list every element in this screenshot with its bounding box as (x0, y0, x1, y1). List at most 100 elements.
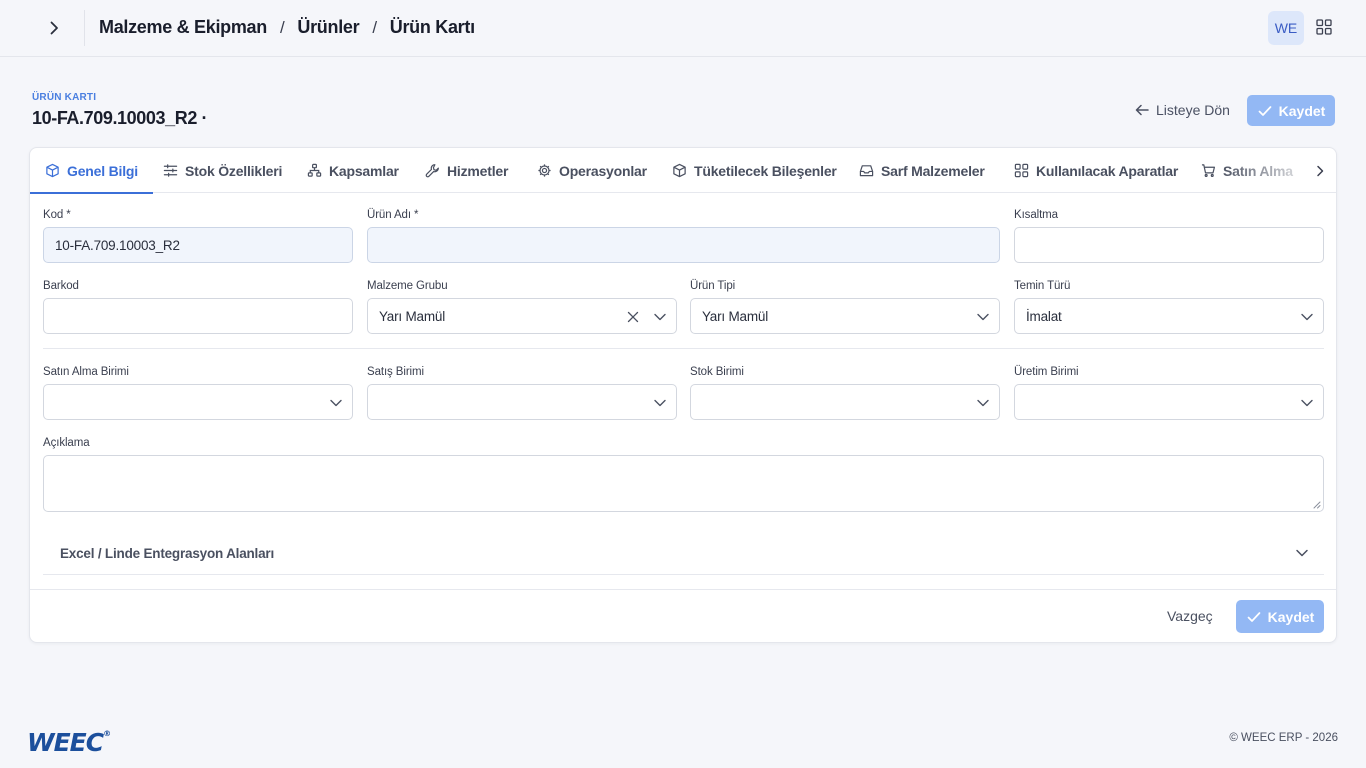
urun-adi-label: Ürün Adı * (367, 209, 419, 221)
tab-stok-ozellikleri[interactable]: Stok Özellikleri (163, 148, 282, 193)
resize-handle-icon[interactable] (1313, 501, 1321, 509)
chevron-right-icon (1317, 165, 1324, 177)
urun-adi-input[interactable] (367, 227, 1000, 263)
temin-turu-label: Temin Türü (1014, 280, 1071, 292)
trademark-symbol: ® (103, 728, 111, 738)
barkod-label: Barkod (43, 280, 79, 292)
chevron-down-icon (654, 399, 666, 407)
accordion-title: Excel / Linde Entegrasyon Alanları (60, 546, 275, 561)
satin-alma-birimi-select[interactable] (43, 384, 353, 420)
tab-label: Stok Özellikleri (185, 162, 283, 179)
breadcrumb-separator: / (279, 17, 285, 37)
chevron-down-icon (1296, 549, 1308, 557)
satis-birimi-label: Satış Birimi (367, 366, 424, 378)
logo-text: WEEC (27, 728, 104, 757)
breadcrumb-item-urun-karti: Ürün Kartı (389, 17, 475, 37)
tab-tuketilecek-bilesenler[interactable]: Tüketilecek Bileşenler (672, 148, 837, 193)
chevron-down-icon (1301, 313, 1313, 321)
product-card: Genel Bilgi Stok Özellikleri Kapsamlar H… (29, 147, 1337, 643)
tab-kullanilacak-aparatlar[interactable]: Kullanılacak Aparatlar (1014, 148, 1178, 193)
aciklama-label: Açıklama (43, 437, 90, 449)
user-avatar[interactable]: WE (1268, 11, 1304, 45)
tab-label: Sarf Malzemeler (881, 162, 985, 179)
arrow-left-icon (1135, 104, 1149, 116)
tab-label: Genel Bilgi (67, 162, 138, 179)
save-button-top[interactable]: Kaydet (1247, 95, 1335, 126)
back-to-list-label: Listeye Dön (1156, 102, 1230, 118)
back-to-list-button[interactable]: Listeye Dön (1134, 98, 1230, 122)
kisaltma-input[interactable] (1014, 227, 1324, 263)
breadcrumb-item-urunler[interactable]: Ürünler (297, 17, 359, 38)
breadcrumb-separator: / (372, 17, 377, 37)
page-title: 10-FA.709.10003_R2 · (32, 108, 208, 128)
satin-alma-birimi-label: Satın Alma Birimi (43, 366, 129, 378)
uretim-birimi-select[interactable] (1014, 384, 1324, 420)
footer-divider (30, 589, 1336, 590)
tab-label: Kullanılacak Aparatlar (1036, 162, 1179, 179)
cube-icon (673, 163, 686, 178)
sliders-icon (163, 164, 178, 177)
tab-label: Tüketilecek Bileşenler (694, 162, 837, 179)
tab-bar: Genel Bilgi Stok Özellikleri Kapsamlar H… (30, 148, 1336, 194)
clear-icon[interactable] (626, 310, 640, 324)
save-label: Kaydet (1267, 608, 1315, 625)
tab-label: Satın Alma (1223, 162, 1293, 179)
kisaltma-label: Kısaltma (1014, 209, 1058, 221)
check-icon (1247, 611, 1261, 622)
stok-birimi-select[interactable] (690, 384, 1000, 420)
tab-label: Operasyonlar (559, 162, 647, 179)
sidebar-expand-button[interactable] (40, 14, 68, 42)
integration-accordion-toggle[interactable]: Excel / Linde Entegrasyon Alanları (43, 531, 1324, 576)
chevron-down-icon (977, 399, 989, 407)
satis-birimi-select[interactable] (367, 384, 677, 420)
aciklama-textarea[interactable] (43, 455, 1324, 512)
breadcrumb-item-malzeme[interactable]: Malzeme & Ekipman (99, 17, 267, 38)
gear-icon (538, 164, 551, 177)
malzeme-grubu-select[interactable]: Yarı Mamül (367, 298, 677, 334)
chevron-down-icon (1301, 399, 1313, 407)
stok-birimi-label: Stok Birimi (690, 366, 744, 378)
topbar-divider (84, 10, 85, 46)
kod-input[interactable]: 10-FA.709.10003_R2 (43, 227, 353, 263)
hierarchy-icon (307, 163, 322, 177)
urun-tipi-label: Ürün Tipi (690, 280, 736, 292)
tab-label: Hizmetler (447, 162, 509, 179)
grid-icon (1014, 163, 1029, 178)
malzeme-grubu-value: Yarı Mamül (379, 308, 446, 324)
tab-genel-bilgi[interactable]: Genel Bilgi (30, 148, 153, 194)
chevron-down-icon (654, 313, 666, 321)
save-button-bottom[interactable]: Kaydet (1236, 600, 1324, 633)
temin-turu-value: İmalat (1026, 308, 1062, 324)
tab-kapsamlar[interactable]: Kapsamlar (307, 148, 399, 193)
barkod-input[interactable] (43, 298, 353, 334)
kod-label: Kod * (43, 209, 71, 221)
copyright-text: © WEEC ERP - 2026 (1229, 732, 1338, 744)
tab-operasyonlar[interactable]: Operasyonlar (537, 148, 647, 193)
tab-label: Kapsamlar (329, 162, 399, 179)
tab-scroll-next-button[interactable] (1309, 160, 1331, 182)
cube-icon (46, 163, 59, 178)
tab-satin-alma[interactable]: Satın Alma (1201, 148, 1293, 193)
top-bar: Malzeme & Ekipman / Ürünler / Ürün Kartı… (0, 0, 1366, 57)
apps-grid-button[interactable] (1313, 16, 1335, 38)
grid-icon (1316, 19, 1332, 35)
cart-icon (1201, 164, 1216, 178)
wrench-icon (425, 164, 439, 178)
temin-turu-select[interactable]: İmalat (1014, 298, 1324, 334)
tab-hizmetler[interactable]: Hizmetler (425, 148, 508, 193)
chevron-down-icon (977, 313, 989, 321)
urun-tipi-select[interactable]: Yarı Mamül (690, 298, 1000, 334)
kod-value: 10-FA.709.10003_R2 (55, 237, 180, 253)
cancel-button[interactable]: Vazgeç (1167, 603, 1213, 629)
page-label: ÜRÜN KARTI (32, 92, 97, 103)
chevron-down-icon (330, 399, 342, 407)
breadcrumb: Malzeme & Ekipman / Ürünler / Ürün Kartı (99, 17, 475, 38)
inbox-icon (859, 165, 874, 177)
accordion-divider (43, 574, 1324, 575)
chevron-right-icon (50, 21, 58, 35)
urun-tipi-value: Yarı Mamül (702, 308, 769, 324)
weec-logo: WEEC® (27, 728, 111, 757)
uretim-birimi-label: Üretim Birimi (1014, 366, 1079, 378)
tab-sarf-malzemeler[interactable]: Sarf Malzemeler (859, 148, 985, 193)
check-icon (1258, 105, 1272, 116)
